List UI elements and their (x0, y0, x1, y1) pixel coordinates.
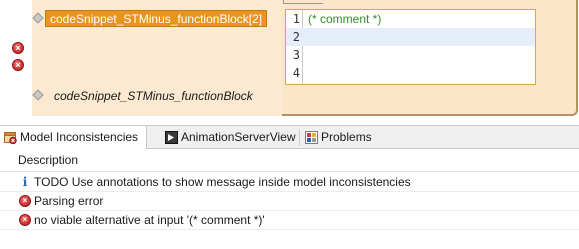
tab-model-inconsistencies[interactable]: Model Inconsistencies (0, 126, 148, 150)
table-row[interactable]: × no viable alternative at input '(* com… (0, 211, 579, 230)
tab-animation-server-view[interactable]: AnimationServerView (161, 126, 304, 149)
tab-label: Problems (321, 130, 372, 144)
row-description: Parsing error (34, 194, 104, 208)
error-icon[interactable]: × (12, 42, 24, 54)
line-number: 2 (292, 30, 300, 44)
parent-connector (283, 0, 323, 4)
tab-label: AnimationServerView (181, 130, 296, 144)
code-line[interactable]: 1 (* comment *) (286, 10, 535, 28)
tab-divider (299, 129, 300, 146)
tab-problems[interactable]: Problems (301, 126, 380, 149)
code-line-current[interactable]: 2 (286, 28, 535, 46)
row-description: no viable alternative at input '(* comme… (34, 213, 265, 227)
diagram-editor[interactable]: × × codeSnippet_STMinus_functionBlock[2]… (0, 0, 579, 125)
selected-code-snippet[interactable]: codeSnippet_STMinus_functionBlock[2] (45, 10, 268, 27)
model-inconsistencies-icon (4, 132, 17, 144)
line-number: 4 (292, 66, 300, 80)
error-gutter: × × (0, 0, 32, 125)
code-editor[interactable]: 1 (* comment *) 2 3 4 (285, 9, 536, 85)
inconsistencies-table[interactable]: Description i TODO Use annotations to sh… (0, 149, 579, 249)
error-icon: × (19, 214, 31, 226)
info-icon: i (22, 175, 28, 189)
code-comment[interactable]: (* comment *) (308, 10, 381, 28)
animation-server-icon (165, 131, 178, 144)
view-tab-bar: Model Inconsistencies AnimationServerVie… (0, 125, 579, 150)
row-description: TODO Use annotations to show message ins… (34, 175, 411, 189)
table-row[interactable]: i TODO Use annotations to show message i… (0, 173, 579, 192)
line-number: 1 (292, 12, 300, 26)
tab-label: Model Inconsistencies (20, 130, 139, 144)
code-snippet-label[interactable]: codeSnippet_STMinus_functionBlock (54, 89, 253, 103)
problems-icon (305, 131, 318, 144)
column-header-label: Description (18, 153, 79, 167)
error-icon: × (19, 195, 31, 207)
code-line[interactable]: 3 (286, 46, 535, 64)
column-header-description[interactable]: Description (0, 149, 579, 172)
line-number: 3 (292, 48, 300, 62)
table-row[interactable]: × Parsing error (0, 192, 579, 211)
code-line[interactable]: 4 (286, 64, 535, 82)
error-icon[interactable]: × (12, 59, 24, 71)
